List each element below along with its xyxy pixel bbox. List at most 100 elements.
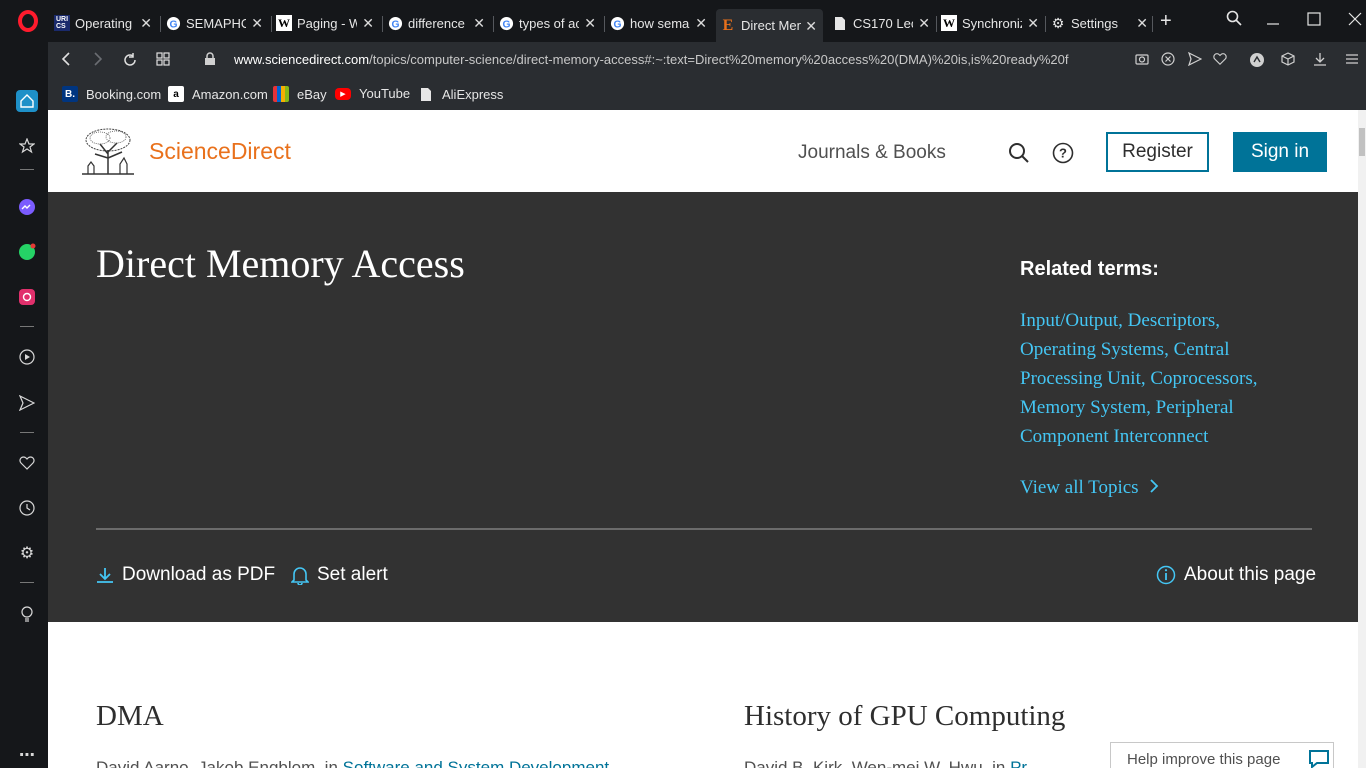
svg-text:G: G [502, 19, 510, 30]
tab-semaphore[interactable]: G SEMAPHO ✕ [165, 9, 269, 37]
lightbulb-icon[interactable] [16, 603, 38, 625]
web-page: ScienceDirect Journals & Books ? Registe… [48, 110, 1358, 768]
close-window-button[interactable] [1348, 12, 1362, 31]
close-tab-icon[interactable]: ✕ [362, 15, 374, 32]
google-icon: G [387, 15, 403, 31]
elsevier-favicon-icon: E [722, 16, 734, 34]
page-scrollbar[interactable] [1358, 110, 1366, 768]
book-link[interactable]: Pr [1010, 758, 1027, 768]
close-tab-icon[interactable]: ✕ [918, 15, 930, 32]
history-icon[interactable] [16, 497, 38, 519]
sciencedirect-logo-text[interactable]: ScienceDirect [149, 138, 291, 165]
lock-icon[interactable] [204, 52, 216, 71]
send-to-flow-icon[interactable] [1187, 51, 1203, 71]
new-tab-button[interactable]: + [1160, 10, 1172, 33]
wikipedia-icon: W [276, 15, 292, 31]
tab-direct-memory[interactable]: E Direct Mem ✕ [716, 9, 823, 42]
tab-operating[interactable]: URI CS Operating ✕ [54, 9, 158, 37]
bookmark-ebay[interactable]: eBay [273, 86, 327, 102]
home-icon[interactable] [16, 90, 38, 112]
help-improve-widget[interactable]: Help improve this page [1110, 742, 1334, 768]
youtube-icon: ▶ [335, 87, 351, 100]
adblock-icon[interactable] [1161, 52, 1175, 71]
set-alert-label: Set alert [317, 564, 388, 585]
tab-title: Settings [1071, 15, 1118, 31]
google-icon: G [609, 15, 625, 31]
journals-books-link[interactable]: Journals & Books [798, 142, 946, 164]
messenger-icon[interactable] [16, 196, 38, 218]
ebay-icon [273, 86, 289, 102]
tab-search-icon[interactable] [1226, 10, 1242, 31]
forward-icon[interactable] [92, 52, 104, 71]
related-terms-list[interactable]: Input/Output, Descriptors, Operating Sys… [1020, 306, 1290, 451]
tab-paging[interactable]: W Paging - W ✕ [276, 9, 380, 37]
extensions-cube-icon[interactable] [1281, 52, 1295, 71]
heart-icon[interactable] [16, 452, 38, 474]
gear-icon: ⚙ [1051, 14, 1065, 31]
reload-icon[interactable] [122, 52, 138, 73]
section-author-gpu: David B. Kirk, Wen-mei W. Hwu, in Pr [744, 758, 1027, 768]
scrollbar-thumb[interactable] [1359, 128, 1365, 156]
close-tab-icon[interactable]: ✕ [695, 15, 707, 32]
close-tab-icon[interactable]: ✕ [251, 15, 263, 32]
bookmark-booking[interactable]: B. Booking.com [62, 86, 161, 102]
view-all-label: View all Topics [1020, 477, 1139, 498]
download-pdf-button[interactable]: Download as PDF [96, 564, 275, 586]
document-icon [832, 15, 848, 31]
set-alert-button[interactable]: Set alert [291, 564, 388, 586]
author-text: David B. Kirk, Wen-mei W. Hwu, in [744, 758, 1011, 768]
tab-types[interactable]: G types of ac ✕ [498, 9, 602, 37]
tabs-grid-icon[interactable] [156, 52, 170, 71]
snapshot-icon[interactable] [1135, 52, 1149, 71]
tab-synchronization[interactable]: W Synchroniz ✕ [941, 9, 1045, 37]
close-tab-icon[interactable]: ✕ [805, 18, 817, 35]
related-terms-heading: Related terms: [1020, 258, 1159, 280]
download-icon[interactable] [1313, 52, 1327, 71]
tab-title: Operating [75, 15, 133, 31]
bookmark-amazon[interactable]: a Amazon.com [168, 86, 268, 102]
register-button[interactable]: Register [1106, 132, 1209, 172]
close-tab-icon[interactable]: ✕ [140, 15, 152, 32]
tab-settings[interactable]: ⚙ Settings ✕ [1050, 9, 1154, 37]
bookmark-youtube[interactable]: ▶ YouTube [335, 86, 410, 101]
help-question-icon[interactable]: ? [1052, 142, 1074, 164]
search-icon[interactable] [1008, 142, 1030, 164]
chat-bubble-icon [1309, 750, 1330, 768]
vpn-icon[interactable] [1249, 52, 1265, 73]
about-page-label: About this page [1184, 564, 1317, 585]
close-tab-icon[interactable]: ✕ [1136, 15, 1148, 32]
more-icon[interactable]: ⋯ [16, 744, 38, 766]
google-icon: G [498, 15, 514, 31]
tab-difference[interactable]: G difference ✕ [387, 9, 491, 37]
back-icon[interactable] [60, 52, 72, 71]
close-tab-icon[interactable]: ✕ [584, 15, 596, 32]
url-field[interactable]: www.sciencedirect.com/topics/computer-sc… [234, 52, 1122, 67]
send-icon[interactable] [16, 392, 38, 414]
easy-setup-icon[interactable] [1345, 52, 1359, 71]
tab-title: SEMAPHO [186, 15, 246, 31]
wikipedia-icon: W [941, 15, 957, 31]
about-page-button[interactable]: About this page [1156, 564, 1316, 586]
bookmark-aliexpress[interactable]: AliExpress [418, 86, 503, 102]
page-title: Direct Memory Access [96, 241, 465, 286]
opera-logo-icon[interactable] [18, 10, 38, 32]
maximize-button[interactable] [1307, 12, 1321, 31]
download-icon [97, 568, 113, 583]
hero-divider [96, 528, 1312, 530]
book-link[interactable]: Software and System Development [343, 758, 609, 768]
settings-gear-icon[interactable]: ⚙ [16, 542, 38, 564]
player-icon[interactable] [16, 346, 38, 368]
sign-in-button[interactable]: Sign in [1233, 132, 1327, 172]
close-tab-icon[interactable]: ✕ [473, 15, 485, 32]
bookmark-heart-icon[interactable] [1213, 52, 1227, 71]
close-tab-icon[interactable]: ✕ [1027, 15, 1039, 32]
tab-how-sema[interactable]: G how sema ✕ [609, 9, 713, 37]
view-all-topics-link[interactable]: View all Topics [1020, 477, 1159, 499]
tab-cs170[interactable]: CS170 Lec ✕ [832, 9, 936, 37]
speed-dial-icon[interactable] [16, 135, 38, 157]
minimize-button[interactable] [1266, 12, 1280, 31]
whatsapp-icon[interactable] [16, 241, 38, 263]
booking-icon: B. [62, 86, 78, 102]
elsevier-tree-logo-icon[interactable] [80, 128, 136, 176]
instagram-icon[interactable] [16, 286, 38, 308]
